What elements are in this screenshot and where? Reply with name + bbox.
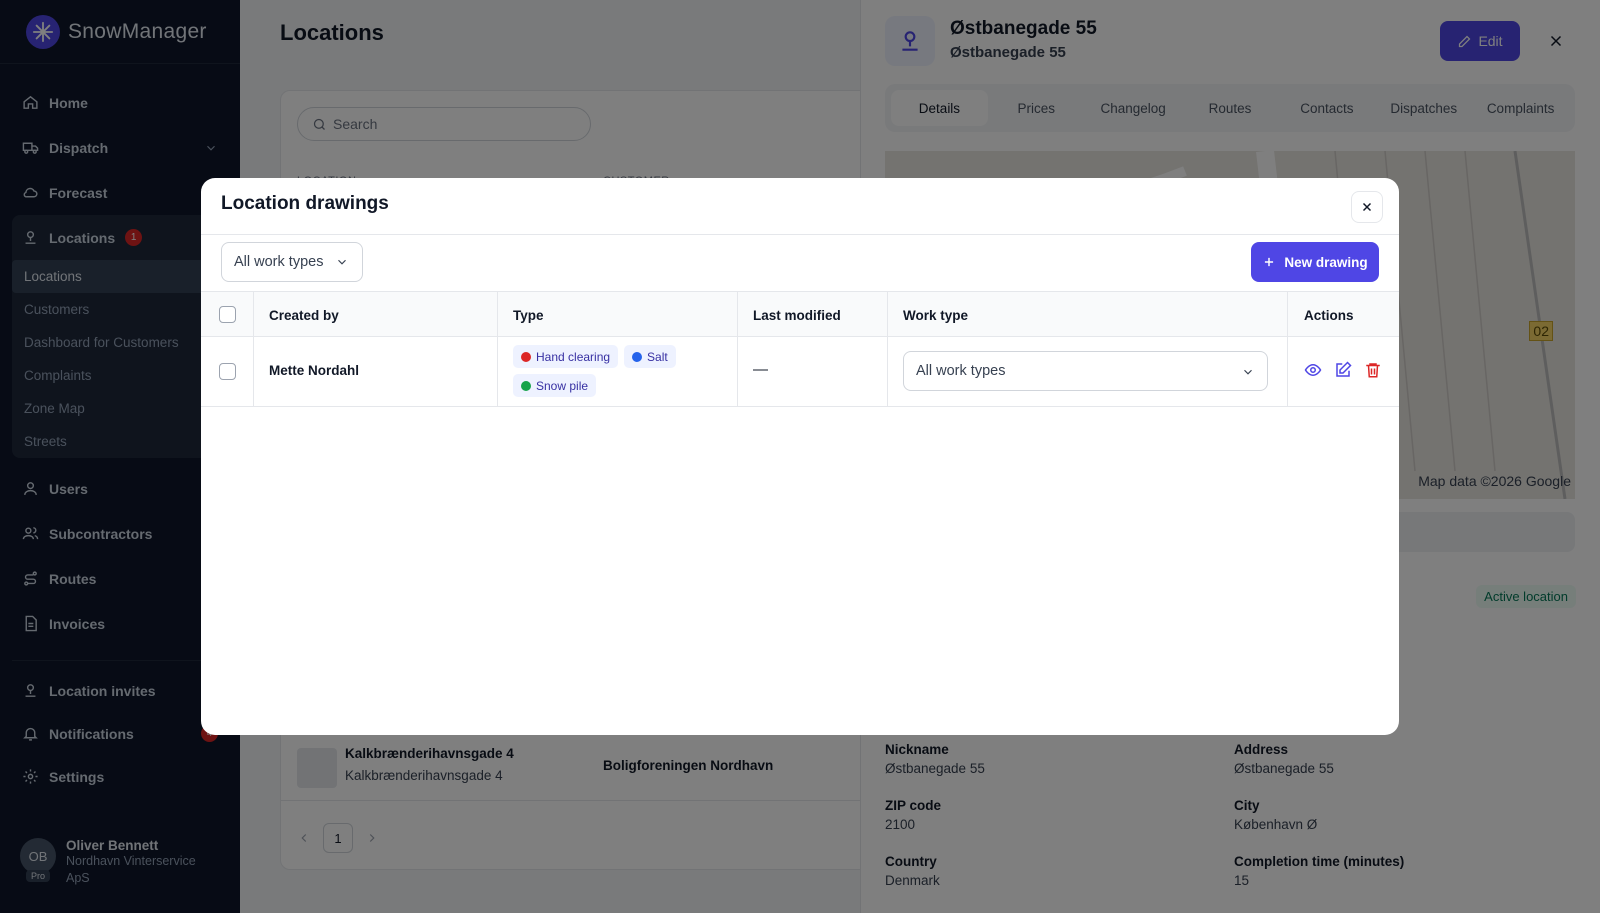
status-dot-icon [521, 380, 531, 391]
select-all-checkbox[interactable] [219, 306, 236, 323]
filter-value: All work types [234, 254, 324, 270]
column-header-actions: Actions [1304, 307, 1354, 323]
column-header-type[interactable]: Type [513, 292, 544, 338]
status-dot-icon [632, 351, 643, 362]
type-badge-label: Snow pile [536, 378, 589, 393]
divider [201, 234, 1399, 235]
trash-icon[interactable] [1364, 361, 1382, 379]
work-type-value: All work types [916, 363, 1006, 379]
status-dot-icon [521, 351, 531, 362]
edit-icon[interactable] [1334, 361, 1352, 379]
type-badge: Snow pile [513, 374, 597, 397]
modal-title: Location drawings [221, 193, 389, 214]
location-drawings-modal: Location drawings All work types New dra… [201, 178, 1399, 735]
row-checkbox[interactable] [219, 363, 236, 380]
new-drawing-label: New drawing [1284, 254, 1368, 270]
type-badge: Salt [624, 345, 676, 368]
table-row[interactable]: Mette Nordahl Hand clearing Salt Snow pi… [201, 337, 1399, 407]
table-header: Created by Type Last modified Work type … [201, 291, 1399, 337]
eye-icon[interactable] [1304, 361, 1322, 379]
last-modified: — [753, 361, 768, 378]
work-type-select[interactable]: All work types [903, 351, 1268, 391]
work-type-filter[interactable]: All work types [221, 242, 363, 282]
created-by: Mette Nordahl [269, 363, 360, 378]
type-badges: Hand clearing Salt Snow pile [513, 345, 723, 397]
chevron-down-icon [1241, 365, 1255, 379]
column-header-work-type[interactable]: Work type [903, 292, 968, 338]
row-actions [1304, 361, 1382, 379]
plus-icon [1262, 255, 1276, 269]
close-icon[interactable] [1351, 191, 1383, 223]
type-badge-label: Hand clearing [536, 349, 611, 364]
type-badge: Hand clearing [513, 345, 619, 368]
column-header-last-modified[interactable]: Last modified [753, 292, 841, 338]
new-drawing-button[interactable]: New drawing [1251, 242, 1379, 282]
type-badge-label: Salt [647, 349, 668, 364]
column-header-created-by[interactable]: Created by [269, 292, 339, 338]
chevron-down-icon [335, 255, 349, 269]
